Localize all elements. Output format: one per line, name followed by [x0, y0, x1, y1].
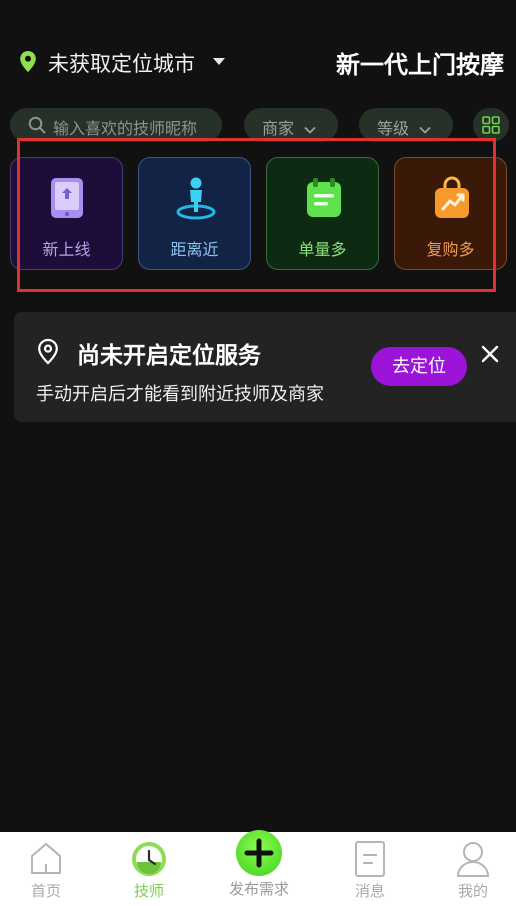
caret-down-icon[interactable] [213, 58, 225, 65]
brand-title: 新一代上门按摩 [336, 51, 504, 79]
chevron-down-icon [419, 120, 431, 139]
publish-circle [236, 830, 282, 876]
highlight-annotation-box [17, 138, 496, 292]
tab-messages[interactable]: 消息 [320, 832, 420, 906]
clock-icon [130, 840, 168, 882]
tab-mine[interactable]: 我的 [423, 832, 516, 906]
merchant-filter-label: 商家 [262, 119, 295, 138]
search-placeholder: 输入喜欢的技师昵称 [53, 119, 198, 138]
tab-label: 首页 [30, 882, 61, 900]
top-bar: 未获取定位城市 新一代上门按摩 [0, 40, 516, 84]
tab-label: 技师 [133, 882, 164, 900]
user-icon [455, 840, 491, 882]
notice-description: 手动开启后才能看到附近技师及商家 [36, 384, 324, 405]
location-city-selector[interactable]: 未获取定位城市 [48, 48, 195, 78]
plus-icon [244, 838, 274, 868]
go-locate-button[interactable]: 去定位 [371, 347, 467, 386]
level-filter-label: 等级 [377, 119, 410, 138]
close-icon[interactable] [480, 344, 500, 368]
location-outline-icon [36, 338, 60, 370]
merchant-filter[interactable]: 商家 [244, 108, 338, 142]
chevron-down-icon [304, 120, 316, 139]
tab-label: 发布需求 [228, 880, 289, 898]
grid-view-button[interactable] [473, 108, 509, 142]
tab-home[interactable]: 首页 [0, 832, 96, 906]
level-filter[interactable]: 等级 [359, 108, 453, 142]
grid-icon [482, 116, 500, 134]
search-input[interactable]: 输入喜欢的技师昵称 [10, 108, 222, 142]
location-service-notice: 尚未开启定位服务 手动开启后才能看到附近技师及商家 去定位 [14, 312, 516, 422]
search-icon [28, 116, 46, 138]
location-pin-icon[interactable] [18, 50, 38, 78]
notice-title: 尚未开启定位服务 [77, 343, 261, 369]
tab-label: 消息 [354, 882, 385, 900]
tab-label: 我的 [457, 882, 488, 900]
home-icon [28, 840, 64, 880]
tab-technician[interactable]: 技师 [99, 832, 199, 906]
document-icon [353, 840, 387, 882]
tab-publish-request[interactable]: 发布需求 [209, 830, 309, 906]
bottom-tab-bar: 首页 技师 发布需求 消息 我的 [0, 830, 516, 906]
